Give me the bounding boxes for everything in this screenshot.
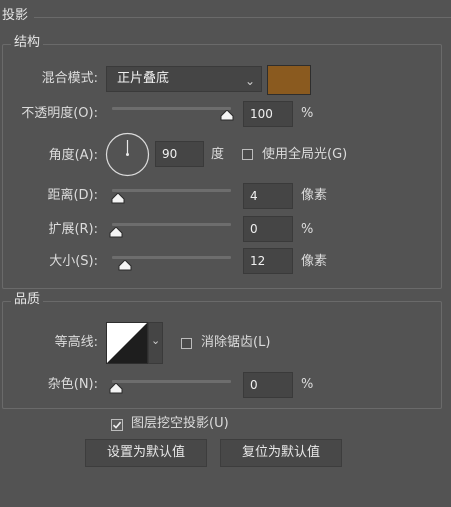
size-slider-track[interactable] bbox=[112, 256, 231, 259]
distance-label: 距离(D): bbox=[47, 188, 98, 203]
angle-unit: 度 bbox=[211, 147, 225, 162]
contour-dropdown[interactable]: ⌄ bbox=[148, 322, 163, 364]
spread-slider-track[interactable] bbox=[112, 223, 231, 226]
structure-legend: 结构 bbox=[11, 35, 44, 51]
chevron-down-icon: ⌄ bbox=[151, 334, 161, 347]
size-unit: 像素 bbox=[301, 254, 328, 269]
spread-input[interactable]: 0 bbox=[243, 216, 293, 242]
make-default-button[interactable]: 设置为默认值 bbox=[85, 439, 207, 467]
spread-label: 扩展(R): bbox=[48, 222, 98, 237]
checkmark-icon bbox=[112, 421, 122, 429]
angle-dial[interactable] bbox=[105, 132, 150, 177]
spread-unit: % bbox=[301, 222, 314, 237]
noise-label: 杂色(N): bbox=[47, 377, 98, 392]
distance-input[interactable]: 4 bbox=[243, 183, 293, 209]
size-input[interactable]: 12 bbox=[243, 248, 293, 274]
opacity-slider-track[interactable] bbox=[112, 107, 231, 110]
opacity-unit: % bbox=[301, 106, 314, 121]
angle-input[interactable]: 90 bbox=[155, 141, 204, 167]
chevron-down-icon: ⌄ bbox=[244, 74, 255, 88]
blend-mode-value: 正片叠底 bbox=[117, 71, 170, 86]
opacity-input[interactable]: 100 bbox=[243, 101, 293, 127]
distance-slider-track[interactable] bbox=[112, 189, 231, 192]
global-light-label[interactable]: 使用全局光(G) bbox=[262, 145, 347, 165]
global-light-checkbox[interactable] bbox=[242, 149, 253, 160]
shadow-color-swatch[interactable] bbox=[267, 65, 311, 95]
opacity-label: 不透明度(O): bbox=[21, 106, 98, 121]
blend-mode-label: 混合模式: bbox=[41, 71, 98, 86]
blend-mode-select[interactable]: 正片叠底 ⌄ bbox=[106, 66, 262, 92]
title-divider bbox=[34, 17, 451, 18]
reset-default-button[interactable]: 复位为默认值 bbox=[220, 439, 342, 467]
distance-unit: 像素 bbox=[301, 188, 328, 203]
noise-input[interactable]: 0 bbox=[243, 372, 293, 398]
angle-label: 角度(A): bbox=[48, 148, 98, 163]
contour-preview[interactable] bbox=[106, 322, 148, 364]
contour-label: 等高线: bbox=[54, 335, 98, 350]
anti-alias-checkbox[interactable] bbox=[181, 338, 192, 349]
knockout-label[interactable]: 图层挖空投影(U) bbox=[131, 414, 229, 434]
anti-alias-label[interactable]: 消除锯齿(L) bbox=[201, 333, 270, 353]
noise-slider-track[interactable] bbox=[112, 380, 231, 383]
noise-unit: % bbox=[301, 377, 314, 392]
knockout-checkbox[interactable] bbox=[111, 419, 123, 431]
panel-title: 投影 bbox=[2, 8, 29, 23]
size-label: 大小(S): bbox=[49, 254, 98, 269]
quality-legend: 品质 bbox=[11, 292, 44, 308]
